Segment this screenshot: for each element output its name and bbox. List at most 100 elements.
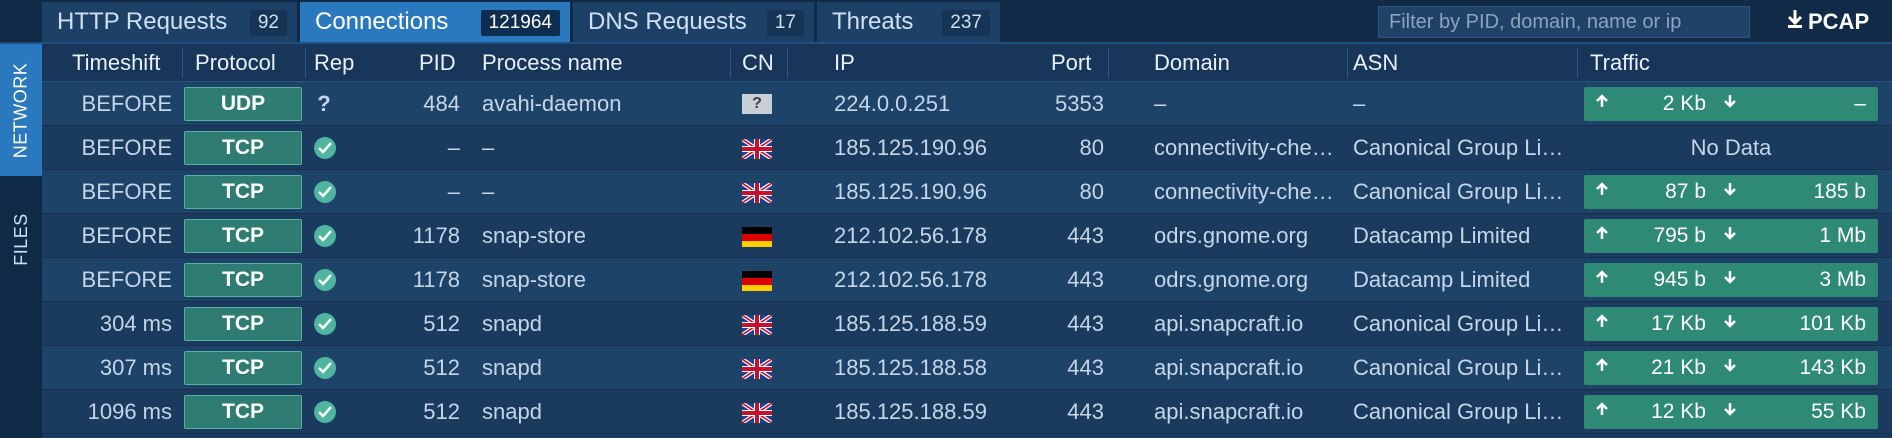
tab-dns-requests[interactable]: DNS Requests 17 bbox=[573, 2, 814, 42]
timeshift-cell: BEFORE bbox=[81, 135, 172, 160]
pid-cell: – bbox=[447, 179, 460, 204]
side-tab-network[interactable]: NETWORK bbox=[0, 44, 42, 176]
traffic-download-value: 55 Kb bbox=[1811, 400, 1866, 423]
tab-count-badge: 121964 bbox=[480, 10, 560, 36]
table-row[interactable]: 307 ms TCP 512 snapd 185.125.188.58 443 api.sn… bbox=[42, 346, 1892, 390]
table-row[interactable]: BEFORE TCP – – 185.125.190.96 80 connectivity-… bbox=[42, 126, 1892, 170]
ip-cell: 185.125.188.58 bbox=[834, 355, 987, 380]
timeshift-cell: BEFORE bbox=[81, 179, 172, 204]
domain-cell: odrs.gnome.org bbox=[1154, 267, 1309, 292]
port-cell: 80 bbox=[1079, 135, 1104, 160]
column-divider bbox=[182, 48, 183, 78]
tab-count-badge: 17 bbox=[766, 10, 804, 36]
pid-cell: 512 bbox=[423, 355, 460, 380]
traffic-bar: 945 b 3 Mb bbox=[1584, 263, 1878, 297]
table-row[interactable]: BEFORE TCP 1178 snap-store 212.102.56.178 443… bbox=[42, 258, 1892, 302]
tab-http-requests[interactable]: HTTP Requests 92 bbox=[42, 2, 297, 42]
tab-connections[interactable]: Connections 121964 bbox=[300, 2, 570, 42]
table-row[interactable]: BEFORE UDP? 484 avahi-daemon? 224.0.0.251 535… bbox=[42, 82, 1892, 126]
domain-cell: api.snapcraft.io bbox=[1154, 355, 1304, 380]
col-header-timeshift[interactable]: Timeshift bbox=[72, 44, 160, 82]
traffic-download-value: 101 Kb bbox=[1799, 312, 1866, 335]
col-header-rep[interactable]: Rep bbox=[314, 44, 354, 82]
col-header-process[interactable]: Process name bbox=[482, 44, 623, 82]
reputation-ok-icon bbox=[314, 181, 336, 203]
side-tab-files[interactable]: FILES bbox=[0, 194, 42, 284]
timeshift-cell: 304 ms bbox=[99, 311, 172, 336]
tab-label: Connections bbox=[315, 8, 449, 35]
download-icon bbox=[1786, 9, 1804, 35]
traffic-download-value: 1 Mb bbox=[1819, 224, 1866, 247]
download-arrow-icon bbox=[1724, 175, 1736, 209]
port-cell: 443 bbox=[1067, 311, 1104, 336]
process-name-cell: – bbox=[482, 135, 495, 160]
col-header-domain[interactable]: Domain bbox=[1154, 44, 1230, 82]
upload-arrow-icon bbox=[1596, 307, 1608, 341]
download-arrow-icon bbox=[1724, 87, 1736, 121]
ip-cell: 185.125.190.96 bbox=[834, 179, 987, 204]
pid-cell: – bbox=[447, 135, 460, 160]
port-cell: 443 bbox=[1067, 223, 1104, 248]
download-arrow-icon bbox=[1724, 395, 1736, 429]
col-header-pid[interactable]: PID bbox=[419, 44, 456, 82]
traffic-upload-value: 17 Kb bbox=[1651, 312, 1706, 335]
tab-label: Threats bbox=[832, 8, 914, 35]
traffic-upload-value: 2 Kb bbox=[1662, 92, 1706, 115]
column-divider bbox=[787, 48, 788, 78]
uk-flag-icon bbox=[740, 401, 774, 425]
col-header-asn[interactable]: ASN bbox=[1353, 44, 1398, 82]
download-arrow-icon bbox=[1724, 219, 1736, 253]
traffic-bar: 21 Kb 143 Kb bbox=[1584, 351, 1878, 385]
reputation-ok-icon bbox=[314, 401, 336, 423]
port-cell: 80 bbox=[1079, 179, 1104, 204]
asn-cell: Datacamp Limited bbox=[1353, 267, 1531, 292]
col-header-cn[interactable]: CN bbox=[742, 44, 774, 82]
traffic-upload-value: 87 b bbox=[1665, 180, 1706, 203]
upload-arrow-icon bbox=[1596, 395, 1608, 429]
tab-count-badge: 237 bbox=[942, 10, 990, 36]
upload-arrow-icon bbox=[1596, 263, 1608, 297]
pcap-download-button[interactable]: PCAP bbox=[1786, 7, 1869, 37]
col-header-traffic[interactable]: Traffic bbox=[1590, 44, 1650, 82]
col-header-protocol[interactable]: Protocol bbox=[195, 44, 276, 82]
pid-cell: 484 bbox=[423, 91, 460, 116]
side-tab-label: FILES bbox=[10, 212, 31, 266]
protocol-badge: TCP bbox=[184, 351, 302, 385]
upload-arrow-icon bbox=[1596, 175, 1608, 209]
col-header-ip[interactable]: IP bbox=[834, 44, 855, 82]
port-cell: 5353 bbox=[1055, 91, 1104, 116]
domain-cell: connectivity-che… bbox=[1154, 135, 1334, 160]
reputation-unknown-icon: ? bbox=[317, 91, 331, 116]
uk-flag-icon bbox=[740, 313, 774, 337]
reputation-ok-icon bbox=[314, 357, 336, 379]
traffic-download-value: 143 Kb bbox=[1799, 356, 1866, 379]
table-row[interactable]: BEFORE TCP 1178 snap-store 212.102.56.178 443… bbox=[42, 214, 1892, 258]
traffic-bar: 87 b 185 b bbox=[1584, 175, 1878, 209]
pid-cell: 512 bbox=[423, 311, 460, 336]
domain-cell: connectivity-che… bbox=[1154, 179, 1334, 204]
col-header-port[interactable]: Port bbox=[1051, 44, 1091, 82]
download-arrow-icon bbox=[1724, 307, 1736, 341]
pid-cell: 1178 bbox=[412, 267, 460, 292]
tab-threats[interactable]: Threats 237 bbox=[817, 2, 1000, 42]
table-row[interactable]: BEFORE TCP – – 185.125.190.96 80 connectivity-… bbox=[42, 170, 1892, 214]
reputation-ok-icon bbox=[314, 137, 336, 159]
reputation-ok-icon bbox=[314, 225, 336, 247]
traffic-upload-value: 945 b bbox=[1653, 268, 1706, 291]
traffic-bar: 12 Kb 55 Kb bbox=[1584, 395, 1878, 429]
tab-label: DNS Requests bbox=[588, 8, 747, 35]
connections-table: Timeshift Protocol Rep PID Process name … bbox=[42, 44, 1892, 438]
traffic-bar: 2 Kb – bbox=[1584, 87, 1878, 121]
filter-input[interactable] bbox=[1378, 6, 1750, 38]
germany-flag-icon bbox=[742, 227, 772, 247]
tab-label: HTTP Requests bbox=[57, 8, 228, 35]
pcap-label: PCAP bbox=[1808, 9, 1870, 34]
process-name-cell: snapd bbox=[482, 311, 542, 336]
tab-bar: HTTP Requests 92 Connections 121964 DNS … bbox=[0, 0, 1892, 44]
download-arrow-icon bbox=[1724, 263, 1736, 297]
table-row[interactable]: 1096 ms TCP 512 snapd 185.125.188.59 443 api.s… bbox=[42, 390, 1892, 434]
column-divider bbox=[1347, 48, 1348, 78]
table-row[interactable]: 304 ms TCP 512 snapd 185.125.188.59 443 api.sn… bbox=[42, 302, 1892, 346]
timeshift-cell: BEFORE bbox=[81, 91, 172, 116]
timeshift-cell: 1096 ms bbox=[87, 399, 172, 424]
